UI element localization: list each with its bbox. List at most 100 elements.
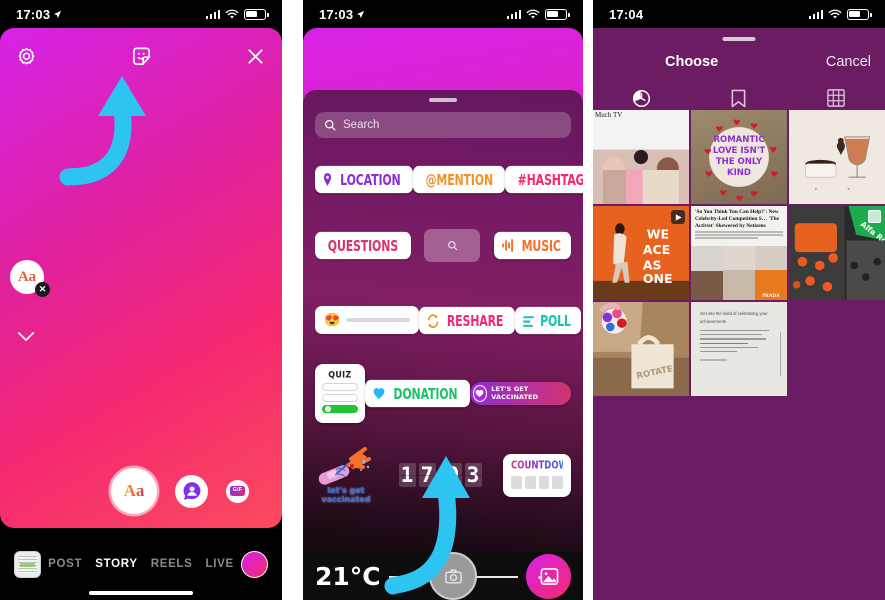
panel-photo-picker: 17:04 Choose Cancel Much TV ROMANTIC LOV…	[593, 0, 885, 600]
mode-live[interactable]: LIVE	[206, 558, 234, 570]
sticker-music[interactable]: MUSIC	[493, 231, 571, 260]
camera-mode-bar: POST STORY REELS LIVE	[0, 528, 282, 600]
choose-button[interactable]: Choose	[665, 54, 718, 70]
news-body-lines	[695, 231, 783, 239]
selection-checkbox[interactable]	[868, 210, 881, 224]
sheet-grabber[interactable]	[722, 37, 756, 41]
pin-icon	[323, 173, 332, 186]
photo-cell[interactable]: WE ACE AS ONE	[593, 206, 689, 301]
sticker-countdown[interactable]: COUNTDOWN	[503, 453, 575, 497]
sticker-placeholder-tile[interactable]	[424, 229, 481, 262]
quote-scroll-indicator	[779, 332, 781, 376]
sticker-vaccine-illustration[interactable]: let's get vaccinated	[315, 445, 377, 505]
gif-tool-label: GIF	[230, 486, 245, 496]
sticker-donation[interactable]: DONATION	[364, 379, 470, 408]
sticker-poll[interactable]: POLL	[515, 306, 582, 334]
sticker-questions[interactable]: QUESTIONS	[315, 231, 411, 260]
gif-tool-button[interactable]: GIF	[226, 479, 249, 503]
svg-text:ACE: ACE	[643, 242, 670, 257]
avatar-sticker-icon[interactable]	[175, 474, 208, 508]
sticker-donation-label: DONATION	[393, 384, 458, 403]
sticker-vaccinated-badge[interactable]: LET'S GET VACCINATED	[469, 382, 571, 405]
panel-sticker-tray: 17:03 Search LOCATION @MENTION #HASHTAG …	[303, 0, 583, 600]
quiz-option-2[interactable]	[322, 394, 358, 402]
photo-cell[interactable]: Get into the habit of celebrating your a…	[691, 302, 787, 397]
sheet-grabber[interactable]	[429, 98, 457, 102]
photo-cell[interactable]	[789, 110, 885, 205]
sticker-row-4: QUIZ ✓ DONATION LET'S GET VACCINATED	[315, 364, 571, 423]
sticker-location[interactable]: LOCATION	[315, 165, 413, 194]
status-time-group: 17:03	[319, 7, 365, 22]
tab-grid[interactable]	[788, 89, 885, 107]
countdown-box	[552, 475, 563, 489]
story-canvas-behind-tray: Search LOCATION @MENTION #HASHTAG QUESTI…	[303, 28, 583, 600]
tote-bag-illustration: ROTATE	[593, 302, 689, 397]
text-tool-label: Aa	[123, 481, 145, 500]
sticker-quiz[interactable]: QUIZ ✓	[315, 364, 365, 423]
tab-saved[interactable]	[690, 89, 787, 108]
photo-cell[interactable]: Alfa Romeo	[789, 206, 885, 301]
slider-track[interactable]	[346, 318, 411, 322]
quote-card-body: Get into the habit of celebrating your a…	[691, 302, 787, 396]
photo-cell[interactable]: 'So You Think You Can Help?': New Celebr…	[691, 206, 787, 301]
status-time: 17:04	[609, 6, 644, 22]
mode-reels[interactable]: REELS	[151, 558, 193, 570]
sticker-reshare[interactable]: RESHARE	[419, 306, 516, 334]
slider-emoji: 😍	[324, 312, 341, 327]
photo-grid: Much TV ROMANTIC LOVE ISN'T THE ONLY KIN…	[593, 110, 885, 600]
tab-recents[interactable]	[593, 89, 690, 108]
chevron-down-icon[interactable]	[17, 330, 35, 348]
sticker-emoji-slider[interactable]: 😍	[315, 306, 420, 334]
search-icon	[447, 241, 457, 251]
status-indicators	[506, 8, 570, 20]
sticker-music-label: MUSIC	[521, 236, 561, 255]
countdown-box	[524, 475, 536, 489]
story-tools-row: Aa GIF	[0, 468, 282, 514]
status-time-group: 17:03	[16, 7, 62, 22]
temperature-sticker[interactable]: 21°C	[315, 562, 381, 591]
text-style-label: Aa	[17, 268, 37, 285]
status-time: 17:03	[16, 6, 51, 22]
sticker-hashtag[interactable]: #HASHTAG	[505, 165, 583, 194]
news-article-body: 'So You Think You Can Help?': New Celebr…	[691, 206, 787, 301]
photo-caption: Much TV	[595, 111, 623, 119]
text-tool-button[interactable]: Aa	[111, 468, 157, 514]
gallery-picker-button[interactable]	[526, 553, 571, 599]
sticker-location-label: LOCATION	[340, 170, 401, 189]
photo-cell[interactable]: Much TV	[593, 110, 689, 205]
sticker-mention[interactable]: @MENTION	[412, 165, 506, 194]
recents-icon	[633, 89, 651, 107]
signal-bars-icon	[506, 9, 521, 19]
news-photos: PRADA	[691, 245, 787, 301]
wifi-icon	[526, 9, 540, 19]
wine-illustration	[805, 136, 871, 190]
quote-lines	[700, 329, 778, 361]
text-style-chip[interactable]: Aa ✕	[10, 260, 50, 297]
battery-icon	[244, 8, 269, 20]
sticker-row-3: 😍 RESHARE POLL	[315, 306, 582, 334]
sticker-questions-label: QUESTIONS	[327, 236, 399, 255]
mode-post[interactable]: POST	[48, 558, 82, 570]
photo-picker-header: Choose Cancel	[593, 28, 885, 110]
sticker-face-icon[interactable]	[130, 45, 153, 68]
settings-gear-icon[interactable]	[16, 46, 37, 67]
countdown-box	[538, 475, 550, 489]
search-input[interactable]: Search	[315, 112, 571, 138]
shutter-button[interactable]	[241, 550, 268, 578]
photo-cell[interactable]: ROMANTIC LOVE ISN'T THE ONLY KIND	[691, 110, 787, 205]
mode-story[interactable]: STORY	[95, 558, 137, 570]
story-canvas[interactable]: Aa ✕ Aa GIF	[0, 28, 282, 528]
cancel-button[interactable]: Cancel	[826, 54, 871, 70]
remove-text-style-button[interactable]: ✕	[35, 282, 50, 297]
photo-picker-sheet: Choose Cancel Much TV ROMANTIC LOVE ISN'…	[593, 28, 885, 600]
close-x-icon[interactable]	[245, 46, 266, 67]
photo-cell[interactable]: ROTATE	[593, 302, 689, 397]
sticker-hashtag-label: #HASHTAG	[517, 170, 583, 189]
quiz-option-1[interactable]	[322, 383, 358, 391]
reel-icon	[671, 210, 685, 225]
panel-story-editor: 17:03 Aa ✕ Aa GIF POST STORY REELS LIVE	[0, 0, 282, 600]
gallery-thumbnail[interactable]	[14, 550, 41, 578]
quiz-option-correct[interactable]: ✓	[322, 405, 358, 413]
status-time-group: 17:04	[609, 7, 643, 22]
status-indicators	[808, 8, 872, 20]
